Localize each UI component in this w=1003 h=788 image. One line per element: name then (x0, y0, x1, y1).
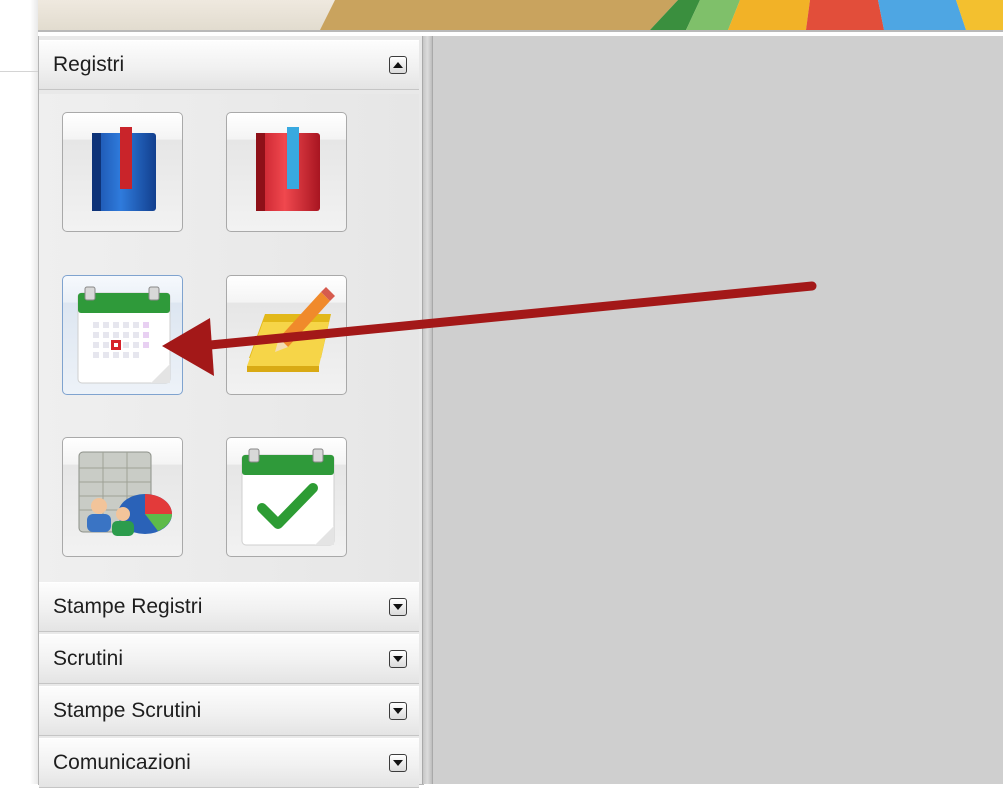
red-register-book-button[interactable] (226, 112, 347, 232)
panel-splitter[interactable] (422, 36, 433, 784)
blue-register-book-button[interactable] (62, 112, 183, 232)
spreadsheet-users-chart-icon (78, 451, 172, 536)
section-label-stampe-scrutini: Stampe Scrutini (53, 699, 202, 722)
section-header-registri[interactable]: Registri (39, 40, 419, 90)
section-label-scrutini: Scrutini (53, 647, 124, 670)
main-content-area (433, 36, 1003, 784)
section-header-scrutini[interactable]: Scrutini (39, 634, 419, 684)
calendar-check-button[interactable] (226, 437, 347, 557)
blue-register-book-icon (92, 127, 156, 211)
calendar-checkmark-icon (241, 448, 335, 546)
section-header-stampe-registri[interactable]: Stampe Registri (39, 582, 419, 632)
expand-toggle-icon[interactable] (389, 598, 407, 616)
notepad-pencil-icon (247, 287, 335, 372)
expand-toggle-icon[interactable] (389, 754, 407, 772)
divider-line (0, 71, 38, 72)
window-left-edge (30, 0, 38, 784)
section-header-comunicazioni[interactable]: Comunicazioni (39, 738, 419, 788)
banner-graphic (320, 0, 1003, 30)
red-register-book-icon (256, 127, 320, 211)
notepad-pencil-button[interactable] (226, 275, 347, 395)
calendar-day-icon (77, 286, 171, 384)
section-label-comunicazioni: Comunicazioni (53, 751, 191, 774)
expand-toggle-icon[interactable] (389, 702, 407, 720)
section-label-registri: Registri (53, 53, 125, 76)
section-label-stampe-registri: Stampe Registri (53, 595, 203, 618)
sidebar-accordion: Registri Stampe Registri Scrutini Stampe… (38, 36, 424, 788)
section-header-stampe-scrutini[interactable]: Stampe Scrutini (39, 686, 419, 736)
calendar-day-button[interactable] (62, 275, 183, 395)
spreadsheet-stats-button[interactable] (62, 437, 183, 557)
registri-icon-grid (39, 94, 419, 582)
header-banner (38, 0, 1003, 32)
expand-toggle-icon[interactable] (389, 650, 407, 668)
collapse-toggle-icon[interactable] (389, 56, 407, 74)
